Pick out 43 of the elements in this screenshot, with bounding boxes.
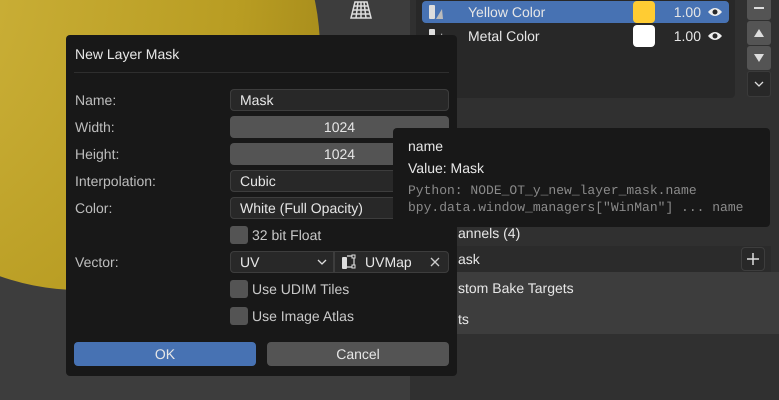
checkbox[interactable]: 32 bit Float	[230, 226, 449, 244]
checkbox-box[interactable]	[230, 307, 248, 325]
grid-icon	[350, 0, 372, 20]
cancel-button[interactable]: Cancel	[267, 342, 449, 366]
checkbox-box[interactable]	[230, 280, 248, 298]
panel-label[interactable]: annels (4)	[458, 225, 759, 241]
add-button[interactable]	[741, 247, 765, 271]
chevron-down-icon	[317, 259, 327, 265]
move-up-button[interactable]	[747, 21, 771, 45]
field-label: Interpolation:	[74, 173, 157, 189]
checkbox[interactable]: Use UDIM Tiles	[230, 280, 449, 298]
layer-value: 1.00	[672, 4, 701, 20]
color-swatch[interactable]	[633, 1, 655, 23]
text-field[interactable]: Mask	[230, 89, 449, 111]
dialog-title: New Layer Mask	[74, 35, 449, 73]
ok-button[interactable]: OK	[74, 342, 256, 366]
remove-button[interactable]	[747, 0, 771, 20]
field-label: Height:	[74, 146, 120, 162]
triangle-up-icon	[754, 29, 764, 37]
minus-icon	[754, 7, 764, 9]
layer-row[interactable]: Yellow Color 1.00	[422, 1, 729, 23]
field-label: Width:	[74, 119, 116, 135]
field-label: Vector:	[74, 254, 120, 270]
field-label: Name:	[74, 92, 118, 108]
menu-button[interactable]	[747, 71, 771, 97]
move-down-button[interactable]	[747, 46, 771, 70]
layer-icon	[428, 4, 444, 20]
plus-icon	[747, 253, 759, 265]
eye-icon[interactable]	[707, 30, 723, 42]
uv-map-field[interactable]: UVMap	[334, 251, 449, 273]
close-icon[interactable]	[430, 257, 440, 267]
color-swatch[interactable]	[633, 25, 655, 47]
checkbox-box[interactable]	[230, 226, 248, 244]
checkbox[interactable]: Use Image Atlas	[230, 307, 449, 325]
layer-name: Metal Color	[467, 28, 541, 44]
triangle-down-icon	[754, 54, 764, 62]
dropdown[interactable]: UV	[230, 251, 334, 273]
layer-name: Yellow Color	[467, 4, 546, 20]
uv-map-icon	[341, 254, 357, 270]
eye-icon[interactable]	[707, 6, 723, 18]
layer-value: 1.00	[672, 28, 701, 44]
chevron-down-icon	[754, 81, 764, 87]
field-label: Color:	[74, 200, 114, 216]
